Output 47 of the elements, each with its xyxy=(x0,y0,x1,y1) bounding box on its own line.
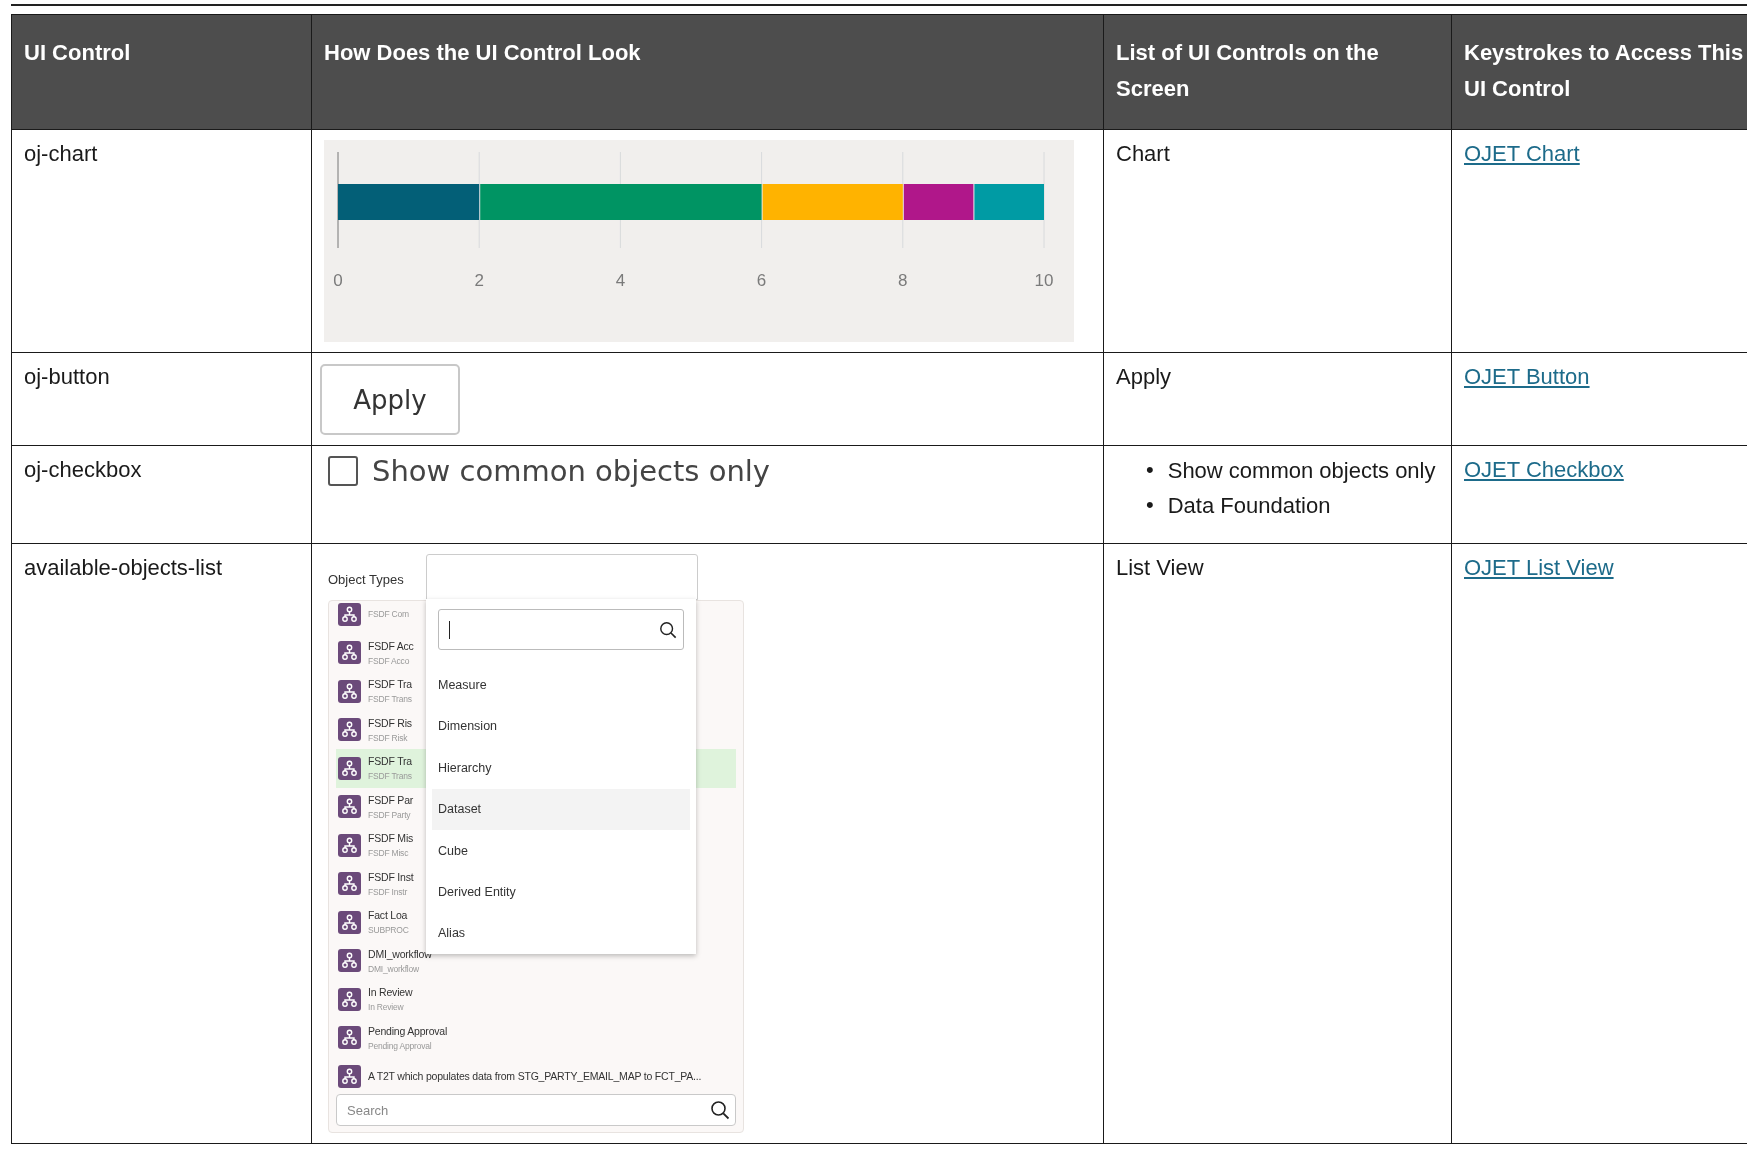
table-cell: available-objects-list xyxy=(24,554,223,582)
item-title: In Review xyxy=(368,986,413,999)
list-bullet: • xyxy=(1146,456,1154,484)
table-cell: oj-chart xyxy=(24,140,98,168)
axis-tick-label: 4 xyxy=(615,271,626,290)
column-header: Keystrokes to Access This UI Control xyxy=(1451,14,1747,130)
axis-tick-label: 10 xyxy=(1034,271,1054,290)
axis-tick-label: 6 xyxy=(756,271,767,290)
list-item-text: Data Foundation xyxy=(1167,492,1331,520)
table-cell: oj-button xyxy=(24,363,110,391)
item-subtitle: FSDF Acco xyxy=(368,655,411,666)
item-subtitle: SUBPROC xyxy=(368,925,409,936)
item-title: FSDF Par xyxy=(368,793,414,806)
item-title: FSDF Inst xyxy=(368,870,414,883)
item-subtitle: In Review xyxy=(368,1002,405,1013)
item-subtitle: FSDF Misc xyxy=(368,848,410,859)
item-subtitle: FSDF Trans xyxy=(368,771,412,782)
item-title: FSDF Acc xyxy=(368,639,414,652)
item-title: Fact Loa xyxy=(368,909,409,922)
item-subtitle: FSDF Risk xyxy=(368,732,409,743)
item-subtitle: FSDF Trans xyxy=(368,694,412,705)
axis-tick-label: 8 xyxy=(898,271,908,290)
table-cell: Chart xyxy=(1116,140,1170,168)
item-subtitle: Pending Approval xyxy=(368,1040,433,1051)
column-header: UI Control xyxy=(11,14,312,130)
axis-tick-label: 0 xyxy=(333,271,343,290)
item-subtitle: FSDF Instr xyxy=(368,886,409,897)
item-subtitle: DMI_workflow xyxy=(368,963,420,974)
checkbox-label: Show common objects only xyxy=(372,457,771,485)
table-cell: List View xyxy=(1116,554,1204,582)
column-header: How Does the UI Control Look xyxy=(311,14,1104,130)
item-title: A T2T which populates data from STG_PARTY_EMAIL_MAP to FCT_PA... xyxy=(368,1070,702,1083)
item-title: Pending Approval xyxy=(368,1024,448,1037)
item-title: FSDF Ris xyxy=(368,716,412,729)
item-subtitle: FSDF Com xyxy=(368,609,409,620)
item-title: FSDF Tra xyxy=(368,755,412,768)
item-subtitle: FSDF Party xyxy=(368,809,412,820)
item-title: DMI_workflow xyxy=(368,947,432,960)
axis-tick-label: 2 xyxy=(474,271,484,290)
column-header: List of UI Controls on the Screen xyxy=(1103,14,1452,130)
item-title: FSDF Mis xyxy=(368,832,414,845)
table-cell: Apply xyxy=(1116,363,1172,391)
list-item-text: Show common objects only xyxy=(1167,457,1436,485)
table-cell: oj-checkbox xyxy=(24,456,142,484)
list-bullet: • xyxy=(1146,491,1154,519)
item-title: FSDF Tra xyxy=(368,678,412,691)
field-label: Object Types xyxy=(328,571,405,589)
